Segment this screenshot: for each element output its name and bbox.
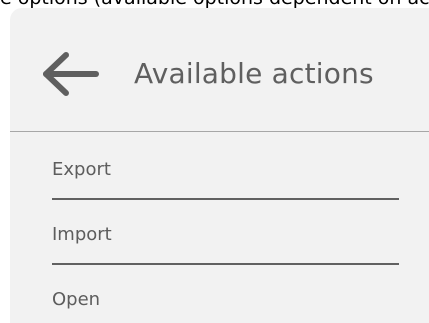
- actions-panel: Available actions Export Import Open: [10, 8, 429, 323]
- divider: [52, 198, 399, 200]
- menu-item-label: Open: [52, 289, 101, 310]
- panel-title: Available actions: [134, 57, 374, 90]
- menu-item-import[interactable]: Import: [52, 201, 399, 265]
- divider: [52, 263, 399, 265]
- menu-item-export[interactable]: Export: [52, 136, 399, 200]
- menu-item-label: Import: [52, 224, 112, 245]
- menu-item-open[interactable]: Open: [52, 266, 399, 323]
- arrow-left-icon: [43, 52, 99, 96]
- document-caption: e options (available options dependent o…: [0, 0, 429, 8]
- menu-item-label: Export: [52, 159, 111, 180]
- back-button[interactable]: [36, 48, 102, 100]
- panel-header: Available actions: [10, 8, 429, 132]
